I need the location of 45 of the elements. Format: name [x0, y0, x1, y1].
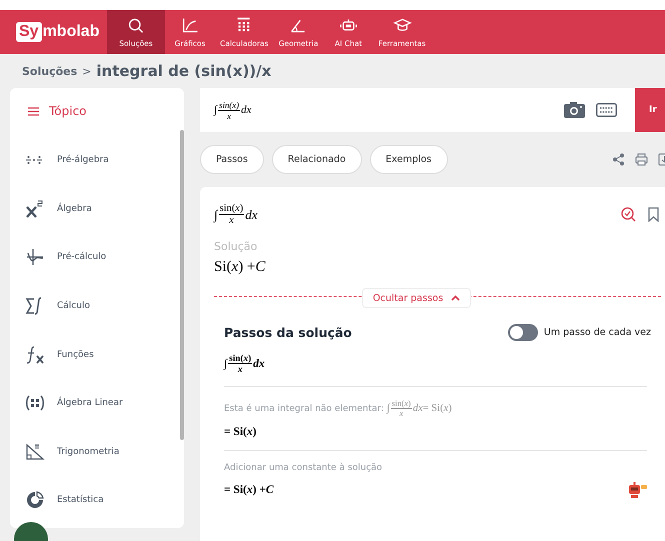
robot-icon[interactable] — [627, 481, 647, 499]
tab-button[interactable]: Exemplos — [370, 145, 448, 174]
toggle-label: Um passo de cada vez — [544, 327, 651, 338]
scrollbar[interactable] — [180, 130, 184, 440]
topic-icon — [25, 198, 45, 219]
verify-icon[interactable] — [621, 207, 636, 222]
logo-mark[interactable]: Sy — [16, 22, 42, 42]
page-title: integral de (sin(x))/x — [96, 62, 272, 80]
step-expression: = Si(x) +C — [224, 484, 274, 496]
topic-icon — [25, 344, 45, 365]
topic-item[interactable]: Álgebra — [10, 184, 184, 234]
topic-item[interactable]: Funções — [10, 330, 184, 379]
nav-icon — [180, 16, 200, 35]
nav-icon — [126, 16, 146, 35]
logo-text[interactable]: mbolab — [42, 23, 100, 41]
toggle-switch[interactable] — [508, 324, 538, 341]
camera-icon[interactable] — [564, 102, 585, 118]
breadcrumb-separator: > — [82, 64, 92, 78]
topic-item[interactable]: Estatística — [10, 476, 184, 525]
go-button[interactable]: Ir — [635, 88, 665, 132]
bookmark-icon[interactable] — [646, 207, 661, 222]
breadcrumb-link[interactable]: Soluções — [22, 64, 78, 78]
menu-icon[interactable] — [28, 106, 39, 116]
topic-item[interactable]: Pré-cálculo — [10, 233, 184, 282]
topic-item[interactable]: Álgebra Linear — [10, 378, 184, 428]
topic-icon — [25, 490, 45, 510]
topic-icon — [25, 247, 45, 268]
chevron-up-icon — [451, 295, 460, 301]
topic-item[interactable]: Trigonometria — [10, 428, 184, 476]
step-note: Esta é uma integral não elementar: — [224, 404, 384, 414]
topic-icon — [25, 442, 45, 462]
topic-item[interactable]: Cálculo — [10, 282, 184, 330]
step-expression: = Si(x) — [224, 426, 256, 438]
print-icon[interactable] — [635, 153, 648, 166]
share-icon[interactable] — [612, 153, 625, 166]
steps-title: Passos da solução — [224, 325, 352, 340]
tab-button[interactable]: Relacionado — [272, 145, 362, 174]
topic-item[interactable]: Pré-álgebra — [10, 136, 184, 185]
solution-label: Solução — [214, 240, 258, 253]
keyboard-icon[interactable] — [596, 103, 617, 117]
solution-expression: Si(x) +C — [214, 259, 266, 276]
step-note: Adicionar uma constante à solução — [224, 463, 382, 473]
sidebar-title: Tópico — [49, 104, 87, 118]
hide-steps-button[interactable]: Ocultar passos — [362, 288, 472, 308]
tab-button[interactable]: Passos — [200, 145, 264, 174]
